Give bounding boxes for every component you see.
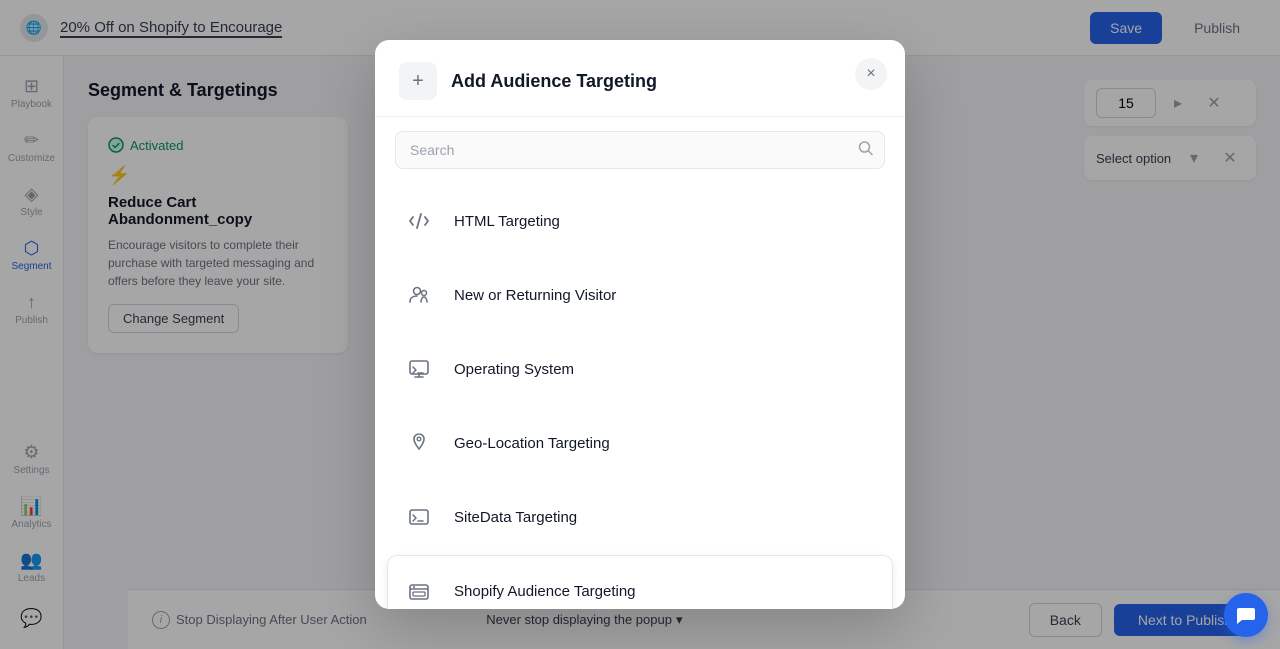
visitor-label: New or Returning Visitor bbox=[454, 287, 616, 304]
html-targeting-icon bbox=[400, 202, 438, 240]
modal-header: + Add Audience Targeting × bbox=[375, 40, 905, 117]
modal-search-container bbox=[395, 131, 885, 169]
list-item-geo[interactable]: Geo-Location Targeting bbox=[387, 407, 893, 479]
modal-title: Add Audience Targeting bbox=[451, 71, 657, 92]
html-targeting-label: HTML Targeting bbox=[454, 213, 560, 230]
chat-bubble-button[interactable] bbox=[1224, 593, 1268, 637]
list-item-os[interactable]: Operating System bbox=[387, 333, 893, 405]
geo-label: Geo-Location Targeting bbox=[454, 435, 610, 452]
list-item-visitor[interactable]: New or Returning Visitor bbox=[387, 259, 893, 331]
list-item-shopify[interactable]: Shopify Audience Targeting bbox=[387, 555, 893, 609]
targeting-options-list: HTML Targeting New or Returning Visitor … bbox=[375, 179, 905, 609]
sitedata-icon bbox=[400, 498, 438, 536]
sitedata-label: SiteData Targeting bbox=[454, 509, 577, 526]
list-item-sitedata[interactable]: SiteData Targeting bbox=[387, 481, 893, 553]
list-item-html[interactable]: HTML Targeting bbox=[387, 185, 893, 257]
chat-bubble-icon bbox=[1235, 604, 1257, 626]
modal-add-icon: + bbox=[399, 62, 437, 100]
add-audience-targeting-modal: + Add Audience Targeting × HTML Targetin… bbox=[375, 40, 905, 609]
modal-close-button[interactable]: × bbox=[855, 58, 887, 90]
modal-overlay[interactable]: + Add Audience Targeting × HTML Targetin… bbox=[0, 0, 1280, 649]
geo-icon bbox=[400, 424, 438, 462]
os-icon bbox=[400, 350, 438, 388]
os-label: Operating System bbox=[454, 361, 574, 378]
shopify-label: Shopify Audience Targeting bbox=[454, 583, 636, 600]
shopify-icon bbox=[400, 572, 438, 609]
search-input[interactable] bbox=[395, 131, 885, 169]
close-icon: × bbox=[866, 65, 875, 83]
visitor-icon bbox=[400, 276, 438, 314]
